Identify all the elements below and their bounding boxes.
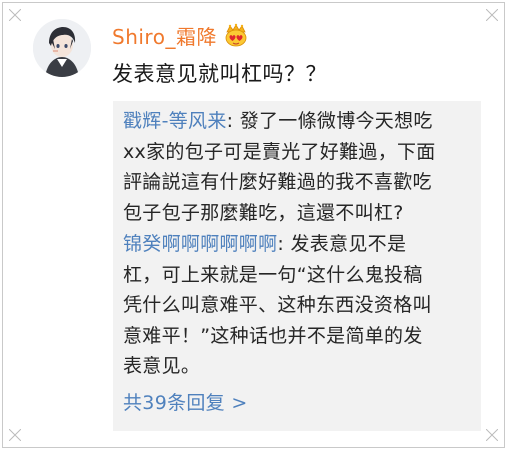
- comment-text: 发表意见就叫杠吗？？: [112, 62, 327, 86]
- reply-text: xx家的包子可是賣光了好難過，下面: [123, 140, 436, 163]
- reply-text: 凭什么叫意难平、这种东西没资格叫: [123, 294, 432, 316]
- replies-box: 戳辉-等风来: 發了一條微博今天想吃 xx家的包子可是賣光了好難過，下面 評論説…: [113, 101, 481, 431]
- avatar[interactable]: [33, 19, 91, 77]
- reply-separator: :: [226, 110, 240, 132]
- corner-mark-icon: [486, 429, 498, 441]
- screenshot-frame: Shiro_霜降 发表意见就叫杠吗？？ 戳辉-等风来: 發了一條微博今天想吃 x…: [2, 2, 505, 448]
- reply-text: 发表意见不是: [290, 233, 407, 255]
- more-replies-link[interactable]: 共39条回复 >: [123, 388, 248, 415]
- corner-mark-icon: [9, 9, 21, 21]
- reply-text: 意难平！”这种话也并不是简单的发: [123, 324, 423, 347]
- username-row: Shiro_霜降: [112, 20, 249, 50]
- crown-heart-badge-icon[interactable]: [223, 23, 249, 47]
- reply-item: 锦癸啊啊啊啊啊啊: 发表意见不是 杠，可上来就是一句“这什么鬼投稿 凭什么叫意难…: [123, 229, 475, 382]
- reply-text: 杠，可上来就是一句“这什么鬼投稿: [123, 263, 423, 286]
- username-link[interactable]: Shiro_霜降: [112, 21, 217, 50]
- reply-author-link[interactable]: 锦癸啊啊啊啊啊啊: [123, 233, 277, 255]
- corner-mark-icon: [486, 9, 498, 21]
- reply-line: 戳辉-等风来: 發了一條微博今天想吃: [123, 106, 475, 137]
- reply-text: 包子包子那麼難吃，這還不叫杠?: [123, 201, 404, 224]
- corner-mark-icon: [9, 429, 21, 441]
- reply-text: 表意见。: [123, 355, 201, 377]
- reply-item: 戳辉-等风来: 發了一條微博今天想吃 xx家的包子可是賣光了好難過，下面 評論説…: [123, 106, 475, 228]
- reply-line: 锦癸啊啊啊啊啊啊: 发表意见不是: [123, 229, 475, 260]
- reply-author-link[interactable]: 戳辉-等风来: [123, 110, 227, 132]
- reply-separator: :: [277, 233, 291, 255]
- reply-text: 評論説這有什麼好難過的我不喜歡吃: [123, 171, 432, 193]
- reply-text: 發了一條微博今天想吃: [239, 110, 433, 132]
